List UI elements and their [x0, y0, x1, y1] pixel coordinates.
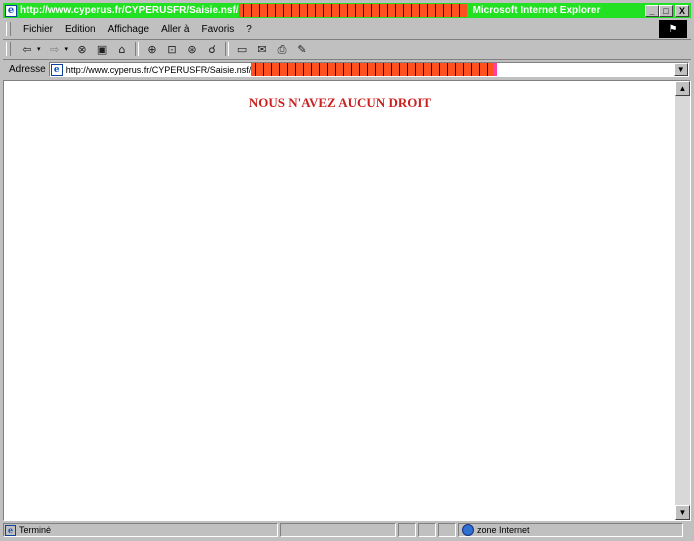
address-url[interactable]: http://www.cyperus.fr/CYPERUSFR/Saisie.n… — [66, 65, 252, 75]
menu-favoris[interactable]: Favoris — [195, 24, 240, 35]
status-pane-progress — [280, 523, 396, 537]
menu-grip[interactable] — [6, 22, 11, 36]
favorites-icon[interactable]: ⊡ — [164, 42, 180, 56]
page-content: NOUS N'AVEZ AUCUN DROIT ▲ ▼ — [3, 80, 691, 521]
address-bar: Adresse e http://www.cyperus.fr/CYPERUSF… — [3, 59, 691, 79]
status-zone: zone Internet — [458, 523, 683, 537]
status-pane-offline — [398, 523, 416, 537]
address-dropdown-button[interactable]: ▼ — [673, 63, 688, 76]
page-status-icon: e — [5, 524, 16, 536]
page-heading: NOUS N'AVEZ AUCUN DROIT — [248, 95, 432, 110]
menu-bar: Fichier Edition Affichage Aller à Favori… — [3, 20, 691, 38]
menu-affichage[interactable]: Affichage — [102, 24, 156, 35]
forward-icon[interactable]: ⇨ — [47, 42, 63, 56]
internet-globe-icon — [462, 524, 474, 536]
ie-logo-icon: e — [5, 4, 17, 17]
status-pane-security — [418, 523, 436, 537]
minimize-button[interactable]: _ — [645, 4, 659, 17]
windows-logo-icon: ⚑ — [659, 20, 687, 38]
window-title-url: http://www.cyperus.fr/CYPERUSFR/Saisie.n… — [20, 5, 239, 16]
back-dropdown-icon[interactable]: ▾ — [37, 45, 41, 53]
channels-icon[interactable]: ☌ — [204, 42, 220, 56]
toolbar-separator — [135, 42, 140, 56]
toolbar: ⇦ ▾ ⇨ ▾ ⊗ ▣ ⌂ ⊕ ⊡ ⊛ ☌ ▭ ✉ ⎙ ✎ — [3, 39, 691, 58]
scroll-up-button[interactable]: ▲ — [675, 81, 690, 96]
window-controls: _ □ X — [645, 4, 689, 17]
maximize-button[interactable]: □ — [659, 4, 673, 17]
page-icon: e — [50, 63, 63, 76]
status-bar: e Terminé zone Internet — [3, 522, 691, 538]
browser-window: e http://www.cyperus.fr/CYPERUSFR/Saisie… — [0, 0, 694, 541]
garbled-address-tail — [493, 63, 498, 76]
scroll-down-button[interactable]: ▼ — [675, 505, 690, 520]
menu-fichier[interactable]: Fichier — [17, 24, 59, 35]
forward-dropdown-icon[interactable]: ▾ — [65, 45, 69, 53]
status-main: e Terminé — [3, 523, 278, 537]
garbled-address-text — [251, 63, 494, 76]
history-icon[interactable]: ⊛ — [184, 42, 200, 56]
stop-icon[interactable]: ⊗ — [74, 42, 90, 56]
back-icon[interactable]: ⇦ — [19, 42, 35, 56]
status-pane-misc — [438, 523, 456, 537]
address-label: Adresse — [9, 64, 46, 75]
garbled-title-text — [238, 4, 467, 17]
title-bar[interactable]: e http://www.cyperus.fr/CYPERUSFR/Saisie… — [3, 3, 691, 18]
home-icon[interactable]: ⌂ — [114, 42, 130, 56]
fullscreen-icon[interactable]: ▭ — [234, 42, 250, 56]
search-icon[interactable]: ⊕ — [144, 42, 160, 56]
close-button[interactable]: X — [675, 4, 689, 17]
refresh-icon[interactable]: ▣ — [94, 42, 110, 56]
print-icon[interactable]: ⎙ — [274, 42, 290, 56]
mail-icon[interactable]: ✉ — [254, 42, 270, 56]
toolbar-separator — [225, 42, 230, 56]
edit-icon[interactable]: ✎ — [294, 42, 310, 56]
vertical-scrollbar[interactable]: ▲ ▼ — [675, 81, 690, 520]
zone-text: zone Internet — [477, 525, 530, 535]
window-title-app: Microsoft Internet Explorer — [472, 5, 601, 16]
menu-aller[interactable]: Aller à — [155, 24, 195, 35]
status-text: Terminé — [19, 525, 52, 535]
menu-edition[interactable]: Edition — [59, 24, 102, 35]
menu-help[interactable]: ? — [240, 24, 258, 35]
address-input[interactable]: e http://www.cyperus.fr/CYPERUSFR/Saisie… — [48, 62, 689, 77]
toolbar-grip[interactable] — [6, 42, 11, 56]
